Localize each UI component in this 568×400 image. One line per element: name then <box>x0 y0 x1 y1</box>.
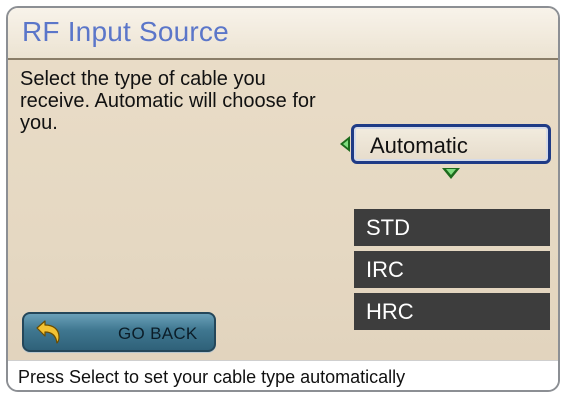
option-hrc[interactable]: HRC <box>354 293 550 330</box>
option-irc[interactable]: IRC <box>354 251 550 288</box>
selector-value: Automatic <box>370 133 468 158</box>
go-back-button[interactable]: GO BACK <box>22 312 216 352</box>
go-back-label: GO BACK <box>118 324 198 343</box>
cable-type-selector[interactable]: Automatic <box>351 124 551 164</box>
down-arrow-icon-highlight <box>446 169 456 175</box>
page-title: RF Input Source <box>22 16 229 47</box>
back-arrow-icon <box>36 320 60 344</box>
left-arrow-icon-highlight <box>343 140 348 148</box>
status-text: Press Select to set your cable type auto… <box>18 367 406 387</box>
menu-window: RF Input Source Select the type of cable… <box>6 6 560 392</box>
option-std[interactable]: STD <box>354 209 550 246</box>
description-text: Select the type of cable you receive. Au… <box>20 68 316 134</box>
title-bar: RF Input Source <box>8 8 558 60</box>
content-panel: Select the type of cable you receive. Au… <box>8 60 558 360</box>
status-bar: Press Select to set your cable type auto… <box>8 360 558 390</box>
